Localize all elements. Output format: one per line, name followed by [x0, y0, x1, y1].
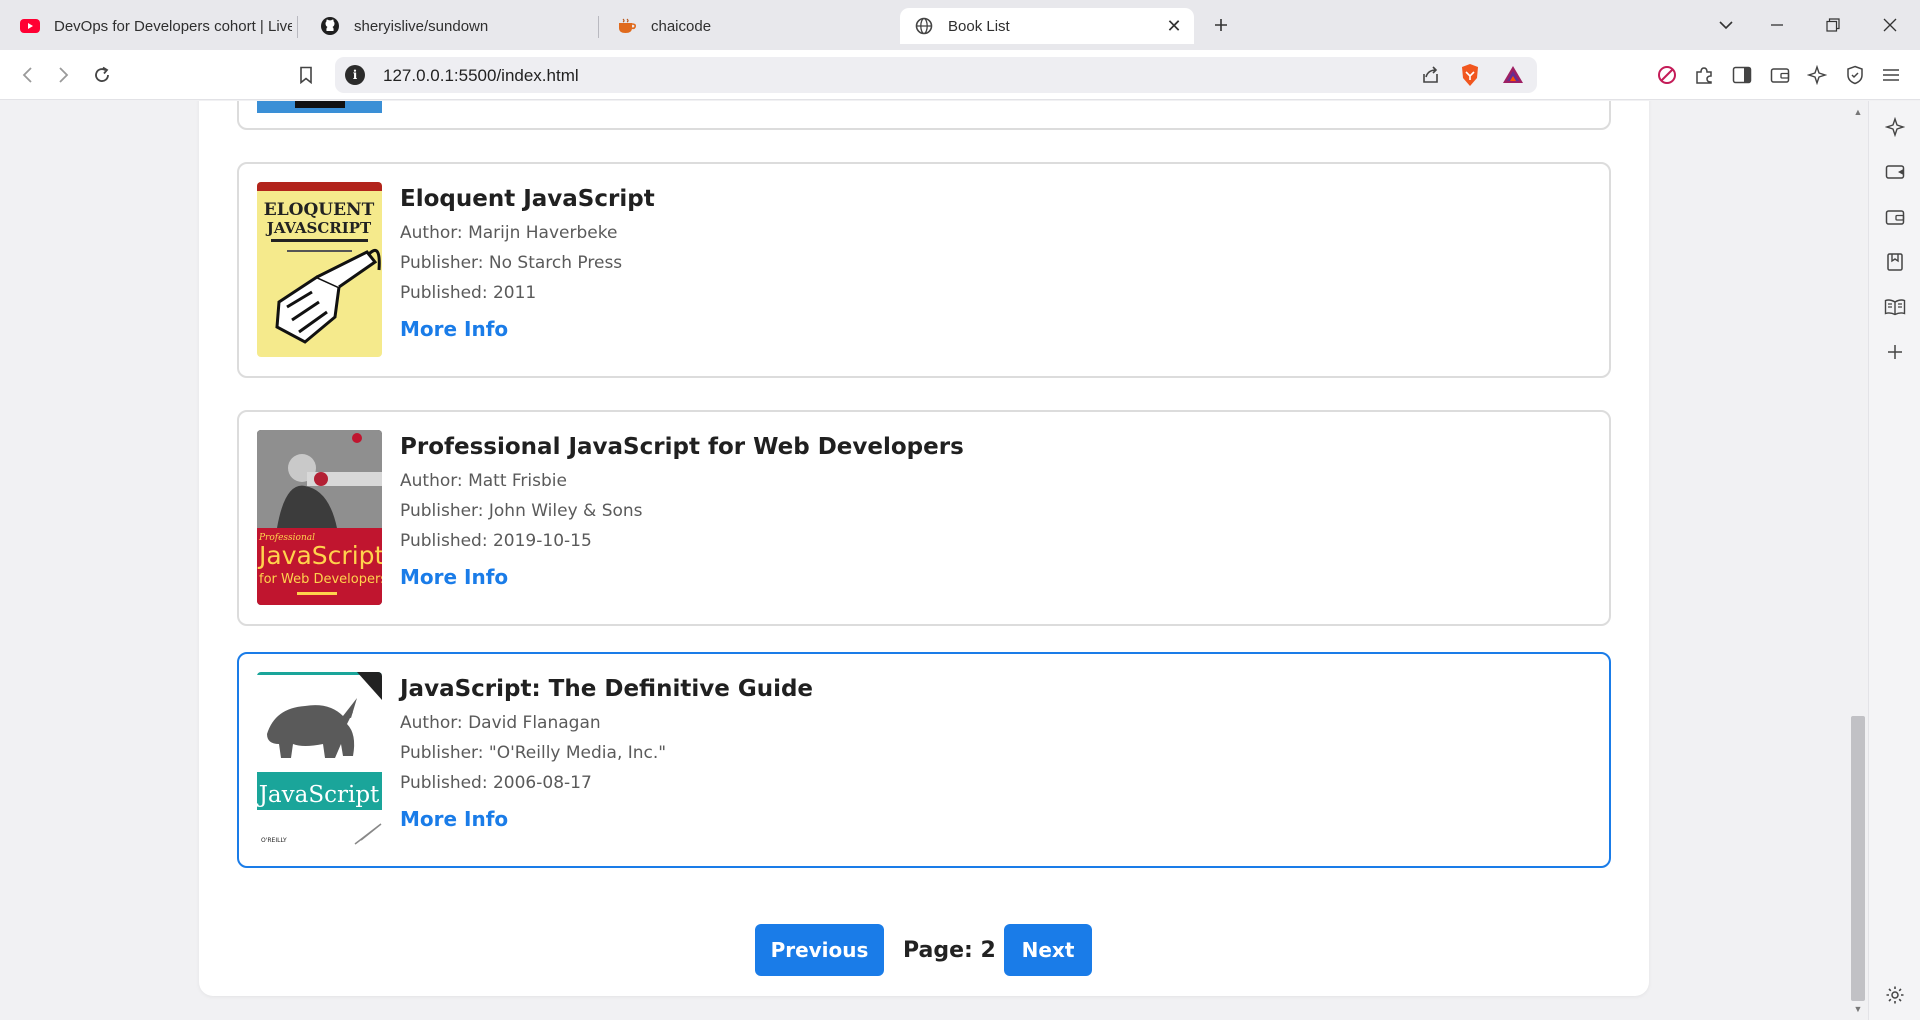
- tab-title: Book List: [948, 17, 1010, 35]
- book-publisher: Publisher: John Wiley & Sons: [400, 501, 643, 521]
- reload-icon[interactable]: [87, 60, 117, 90]
- book-card: Professional JavaScript for Web Develope…: [237, 410, 1611, 626]
- more-info-link[interactable]: More Info: [400, 317, 508, 341]
- tab-devops-cohort[interactable]: DevOps for Developers cohort | Live: [6, 8, 306, 44]
- pagination: Previous Page: 2 Next: [199, 924, 1649, 976]
- book-published: Published: 2011: [400, 283, 537, 303]
- tab-search-chevron-icon[interactable]: [1712, 12, 1740, 38]
- wallet-sidebar-icon[interactable]: [1883, 205, 1907, 229]
- address-bar[interactable]: i 127.0.0.1:5500/index.html: [335, 57, 1537, 93]
- more-info-link[interactable]: More Info: [400, 807, 508, 831]
- book-card-focused: JavaScript O'REILLY JavaScript: The Defi…: [237, 652, 1611, 868]
- cover-title-line: JavaScript: [257, 782, 380, 808]
- book-cover-definitive-guide: JavaScript O'REILLY: [257, 672, 382, 847]
- more-info-link[interactable]: More Info: [400, 565, 508, 589]
- url-text[interactable]: 127.0.0.1:5500/index.html: [383, 66, 579, 86]
- scroll-down-icon[interactable]: ▼: [1852, 1004, 1864, 1014]
- tab-title: chaicode: [651, 17, 712, 35]
- cover-title-line: for Web Developers: [259, 572, 382, 587]
- cover-title-line: ELOQUENT: [264, 200, 375, 220]
- forward-icon[interactable]: [49, 60, 79, 90]
- cover-title-line: JavaScript: [257, 541, 382, 570]
- tab-book-list[interactable]: Book List ✕: [900, 8, 1194, 44]
- browser-toolbar: i 127.0.0.1:5500/index.html: [0, 50, 1920, 100]
- bookmark-icon[interactable]: [291, 60, 321, 90]
- add-panel-icon[interactable]: [1883, 340, 1907, 364]
- back-icon[interactable]: [12, 60, 42, 90]
- restore-window-icon[interactable]: [1819, 12, 1847, 38]
- sidebar-settings-icon[interactable]: [1883, 983, 1907, 1007]
- cover-publisher: O'REILLY: [261, 837, 287, 844]
- page-indicator: Page: 2: [903, 938, 996, 963]
- share-icon[interactable]: [1420, 64, 1442, 91]
- browser-sidebar: [1868, 101, 1920, 1020]
- book-card-partial: [237, 101, 1611, 130]
- menu-icon[interactable]: [1876, 60, 1906, 90]
- book-published: Published: 2006-08-17: [400, 773, 592, 793]
- book-card: ELOQUENT JAVASCRIPT Eloquent JavaScript …: [237, 162, 1611, 378]
- tab-strip: DevOps for Developers cohort | Live sher…: [0, 0, 1920, 50]
- book-author: Author: Marijn Haverbeke: [400, 223, 618, 243]
- next-button[interactable]: Next: [1004, 924, 1092, 976]
- site-info-icon[interactable]: i: [345, 65, 365, 85]
- book-details: Professional JavaScript for Web Develope…: [400, 434, 1589, 589]
- previous-button[interactable]: Previous: [755, 924, 884, 976]
- github-icon: [320, 16, 340, 36]
- book-cover-professional-js: Professional JavaScript for Web Develope…: [257, 430, 382, 605]
- youtube-icon: [20, 16, 40, 36]
- book-list-container: ELOQUENT JAVASCRIPT Eloquent JavaScript …: [199, 101, 1649, 996]
- book-details: Eloquent JavaScript Author: Marijn Haver…: [400, 186, 1589, 341]
- book-cover-partial: [257, 101, 382, 113]
- book-details: JavaScript: The Definitive Guide Author:…: [400, 676, 1589, 831]
- scroll-thumb[interactable]: [1851, 716, 1865, 1001]
- book-title: Professional JavaScript for Web Develope…: [400, 434, 964, 460]
- new-tab-icon[interactable]: [1207, 12, 1235, 38]
- leo-ai-sidebar-icon[interactable]: [1883, 115, 1907, 139]
- cover-title-line: JAVASCRIPT: [265, 219, 372, 237]
- tab-chaicode[interactable]: chaicode: [603, 8, 893, 44]
- book-author: Author: David Flanagan: [400, 713, 601, 733]
- reading-list-icon[interactable]: [1883, 295, 1907, 319]
- book-title: Eloquent JavaScript: [400, 186, 655, 212]
- scroll-up-icon[interactable]: ▲: [1852, 107, 1864, 117]
- leo-ai-icon[interactable]: [1802, 60, 1832, 90]
- tracker-blocker-icon[interactable]: [1652, 60, 1682, 90]
- bookmarks-sidebar-icon[interactable]: [1883, 250, 1907, 274]
- close-window-icon[interactable]: [1876, 12, 1904, 38]
- sidebar-toggle-icon[interactable]: [1727, 60, 1757, 90]
- book-publisher: Publisher: No Starch Press: [400, 253, 623, 273]
- brave-rewards-icon[interactable]: [1501, 63, 1525, 92]
- minimize-window-icon[interactable]: [1763, 12, 1791, 38]
- vpn-icon[interactable]: [1840, 60, 1870, 90]
- wallet-icon[interactable]: [1765, 60, 1795, 90]
- chaicode-icon: [617, 16, 637, 36]
- book-title: JavaScript: The Definitive Guide: [400, 676, 814, 702]
- book-cover-eloquent-js: ELOQUENT JAVASCRIPT: [257, 182, 382, 357]
- tab-title: DevOps for Developers cohort | Live: [54, 17, 292, 35]
- globe-icon: [914, 16, 934, 36]
- tab-github-sundown[interactable]: sheryislive/sundown: [306, 8, 596, 44]
- talk-video-icon[interactable]: [1883, 160, 1907, 184]
- book-published: Published: 2019-10-15: [400, 531, 592, 551]
- page-viewport: ELOQUENT JAVASCRIPT Eloquent JavaScript …: [0, 101, 1848, 1020]
- book-author: Author: Matt Frisbie: [400, 471, 567, 491]
- tab-title: sheryislive/sundown: [354, 17, 489, 35]
- close-tab-icon[interactable]: ✕: [1164, 16, 1184, 36]
- tab-divider: [598, 16, 599, 38]
- book-publisher: Publisher: "O'Reilly Media, Inc.": [400, 743, 667, 763]
- extensions-icon[interactable]: [1689, 60, 1719, 90]
- brave-shields-icon[interactable]: [1459, 63, 1481, 92]
- page-scrollbar[interactable]: ▲ ▼: [1848, 101, 1868, 1020]
- tab-divider: [297, 16, 298, 38]
